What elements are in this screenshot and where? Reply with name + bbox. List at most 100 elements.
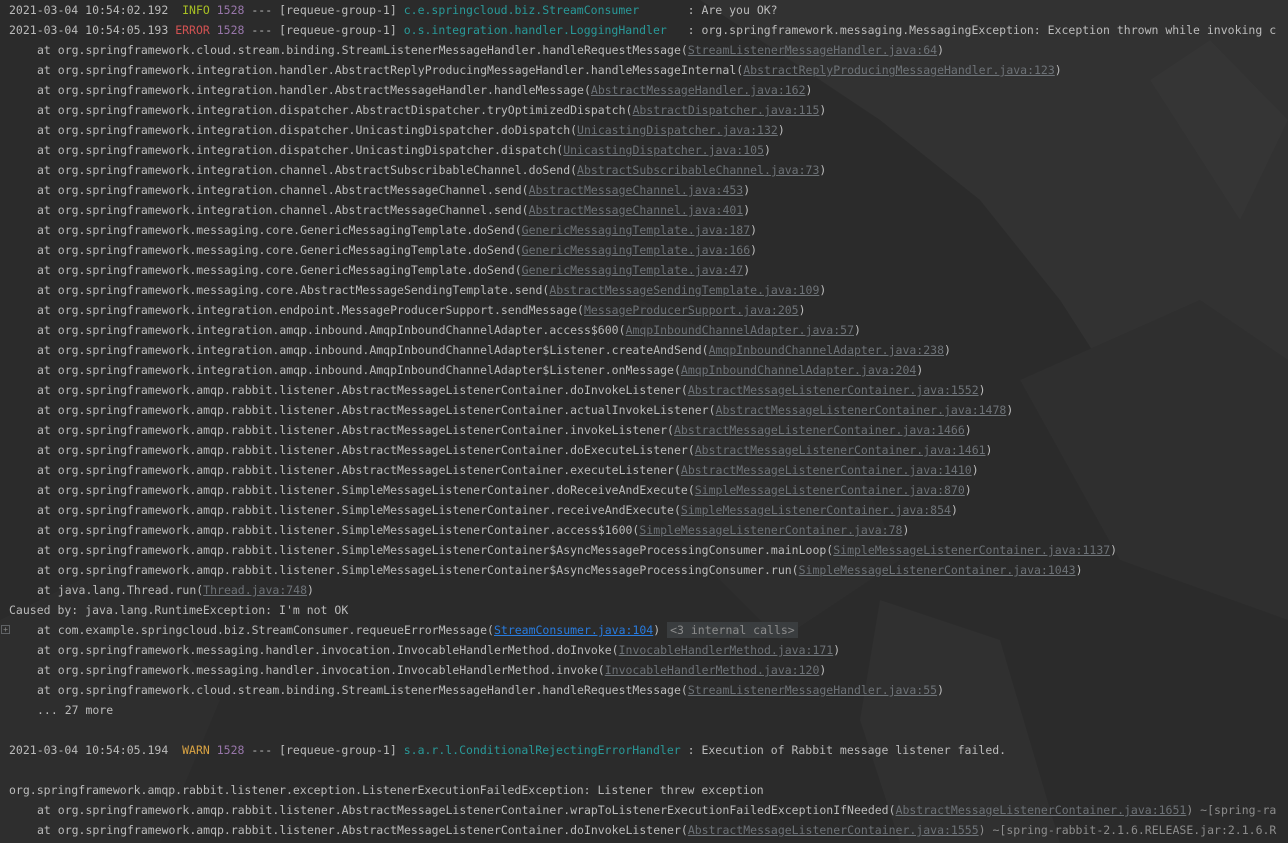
- source-link[interactable]: StreamConsumer.java:104: [494, 623, 653, 637]
- stack-frame-method: at org.springframework.integration.amqp.…: [37, 323, 626, 337]
- more-frames-line: ... 27 more: [9, 700, 1288, 720]
- stack-frame-method: at org.springframework.amqp.rabbit.liste…: [37, 543, 834, 557]
- stack-frame-close: ): [985, 443, 993, 457]
- source-link[interactable]: AbstractMessageListenerContainer.java:14…: [716, 403, 1007, 417]
- source-link[interactable]: AbstractMessageListenerContainer.java:16…: [896, 803, 1187, 817]
- source-link[interactable]: AbstractMessageSendingTemplate.java:109: [549, 283, 819, 297]
- stack-frame-close: ): [1075, 563, 1083, 577]
- source-link[interactable]: AbstractMessageListenerContainer.java:14…: [695, 443, 986, 457]
- source-link[interactable]: AmqpInboundChannelAdapter.java:238: [709, 343, 944, 357]
- stack-frame-method: at org.springframework.integration.endpo…: [37, 303, 584, 317]
- stack-frame-close: ): [833, 643, 841, 657]
- log-logger: c.e.springcloud.biz.StreamConsumer: [403, 3, 640, 17]
- log-line: 2021-03-04 10:54:02.192 INFO 1528 --- [r…: [9, 0, 1288, 20]
- source-link[interactable]: GenericMessagingTemplate.java:47: [522, 263, 744, 277]
- source-link[interactable]: GenericMessagingTemplate.java:166: [522, 243, 750, 257]
- stack-frame-close: ): [798, 303, 806, 317]
- source-link[interactable]: AbstractMessageHandler.java:162: [591, 83, 806, 97]
- stack-frame-close: ): [653, 623, 661, 637]
- source-link[interactable]: AmqpInboundChannelAdapter.java:57: [626, 323, 854, 337]
- source-link[interactable]: SimpleMessageListenerContainer.java:1137: [833, 543, 1110, 557]
- stack-frame-method: at com.example.springcloud.biz.StreamCon…: [37, 623, 494, 637]
- stack-frame-method: at org.springframework.integration.handl…: [37, 63, 744, 77]
- stack-frame-close: ): [750, 223, 758, 237]
- log-separator: ---: [244, 743, 280, 757]
- log-level: ERROR: [175, 23, 210, 37]
- source-link[interactable]: SimpleMessageListenerContainer.java:854: [681, 503, 951, 517]
- log-separator: ---: [244, 23, 280, 37]
- stack-frame-method: at org.springframework.integration.amqp.…: [37, 363, 681, 377]
- source-link[interactable]: AmqpInboundChannelAdapter.java:204: [681, 363, 916, 377]
- stack-frame-close: ): [1006, 403, 1014, 417]
- stack-frame-close: ): [937, 683, 945, 697]
- stack-frame: at org.springframework.cloud.stream.bind…: [9, 40, 1288, 60]
- stack-frame-method: at org.springframework.amqp.rabbit.liste…: [37, 423, 674, 437]
- stack-frame-close: ) ~[spring-ra: [1186, 803, 1277, 817]
- source-link[interactable]: AbstractSubscribableChannel.java:73: [577, 163, 819, 177]
- source-link[interactable]: SimpleMessageListenerContainer.java:78: [639, 523, 902, 537]
- stack-frame: at org.springframework.amqp.rabbit.liste…: [9, 520, 1288, 540]
- stack-frame-method: at org.springframework.amqp.rabbit.liste…: [37, 463, 681, 477]
- console-output[interactable]: + 2021-03-04 10:54:02.192 INFO 1528 --- …: [0, 0, 1288, 843]
- source-link[interactable]: AbstractReplyProducingMessageHandler.jav…: [743, 63, 1055, 77]
- source-link[interactable]: SimpleMessageListenerContainer.java:1043: [799, 563, 1076, 577]
- log-timestamp: 2021-03-04 10:54:05.194: [9, 743, 169, 757]
- source-link[interactable]: AbstractDispatcher.java:115: [632, 103, 819, 117]
- stack-frame: at org.springframework.amqp.rabbit.liste…: [9, 420, 1288, 440]
- stack-frame: at org.springframework.messaging.handler…: [9, 640, 1288, 660]
- internal-calls-toggle[interactable]: <3 internal calls>: [667, 622, 798, 638]
- source-link[interactable]: AbstractMessageChannel.java:401: [529, 203, 744, 217]
- source-link[interactable]: AbstractMessageListenerContainer.java:14…: [681, 463, 972, 477]
- stack-frame: at org.springframework.cloud.stream.bind…: [9, 680, 1288, 700]
- log-pid: 1528: [216, 3, 245, 17]
- stack-frame: at org.springframework.amqp.rabbit.liste…: [9, 820, 1288, 840]
- source-link[interactable]: AbstractMessageListenerContainer.java:14…: [674, 423, 965, 437]
- source-link[interactable]: UnicastingDispatcher.java:105: [563, 143, 764, 157]
- stack-frame: at org.springframework.integration.chann…: [9, 160, 1288, 180]
- stack-frame-close: ): [750, 243, 758, 257]
- source-link[interactable]: AbstractMessageListenerContainer.java:15…: [688, 823, 979, 837]
- source-link[interactable]: GenericMessagingTemplate.java:187: [522, 223, 750, 237]
- log-logger: s.a.r.l.ConditionalRejectingErrorHandler: [403, 743, 681, 757]
- source-link[interactable]: StreamListenerMessageHandler.java:55: [688, 683, 937, 697]
- log-pid: 1528: [216, 743, 245, 757]
- stack-frame: at org.springframework.amqp.rabbit.liste…: [9, 500, 1288, 520]
- stack-frame-method: at org.springframework.messaging.handler…: [37, 643, 619, 657]
- source-link[interactable]: MessageProducerSupport.java:205: [584, 303, 799, 317]
- stack-frame: at org.springframework.integration.dispa…: [9, 120, 1288, 140]
- stack-frame-close: ): [743, 203, 751, 217]
- stack-frame: at org.springframework.integration.handl…: [9, 80, 1288, 100]
- stack-frame-method: at org.springframework.amqp.rabbit.liste…: [37, 523, 640, 537]
- source-link[interactable]: InvocableHandlerMethod.java:171: [619, 643, 834, 657]
- stack-frame-close: ): [764, 143, 771, 157]
- source-link[interactable]: UnicastingDispatcher.java:132: [577, 123, 778, 137]
- stack-frame: at com.example.springcloud.biz.StreamCon…: [9, 620, 1288, 640]
- stack-frame-close: ): [805, 83, 813, 97]
- stack-frame-method: at org.springframework.integration.dispa…: [37, 143, 564, 157]
- stack-frame: at org.springframework.integration.dispa…: [9, 140, 1288, 160]
- stack-frame-method: at org.springframework.amqp.rabbit.liste…: [37, 383, 688, 397]
- stack-frame-method: at org.springframework.cloud.stream.bind…: [37, 43, 688, 57]
- stack-frame-close: ): [777, 123, 785, 137]
- stack-frame-close: ): [902, 523, 910, 537]
- source-link[interactable]: AbstractMessageChannel.java:453: [529, 183, 744, 197]
- stack-frame-method: at org.springframework.amqp.rabbit.liste…: [37, 403, 716, 417]
- stack-frame-close: ): [1110, 543, 1118, 557]
- log-separator: ---: [244, 3, 280, 17]
- log-thread: [requeue-group-1]: [279, 743, 397, 757]
- stack-frame-close: ): [971, 463, 979, 477]
- stack-frame: at org.springframework.amqp.rabbit.liste…: [9, 400, 1288, 420]
- source-link[interactable]: InvocableHandlerMethod.java:120: [605, 663, 820, 677]
- stack-frame-close: ): [950, 503, 958, 517]
- stack-frame: at org.springframework.integration.chann…: [9, 200, 1288, 220]
- stack-frame: at org.springframework.integration.chann…: [9, 180, 1288, 200]
- log-line: 2021-03-04 10:54:05.194 WARN 1528 --- [r…: [9, 740, 1288, 760]
- source-link[interactable]: SimpleMessageListenerContainer.java:870: [695, 483, 965, 497]
- stack-frame-method: at org.springframework.messaging.core.Ge…: [37, 263, 522, 277]
- source-link[interactable]: StreamListenerMessageHandler.java:64: [688, 43, 937, 57]
- more-frames-text: ... 27 more: [37, 703, 114, 717]
- source-link[interactable]: Thread.java:748: [203, 583, 307, 597]
- source-link[interactable]: AbstractMessageListenerContainer.java:15…: [688, 383, 979, 397]
- stack-frame-method: at org.springframework.amqp.rabbit.liste…: [37, 803, 896, 817]
